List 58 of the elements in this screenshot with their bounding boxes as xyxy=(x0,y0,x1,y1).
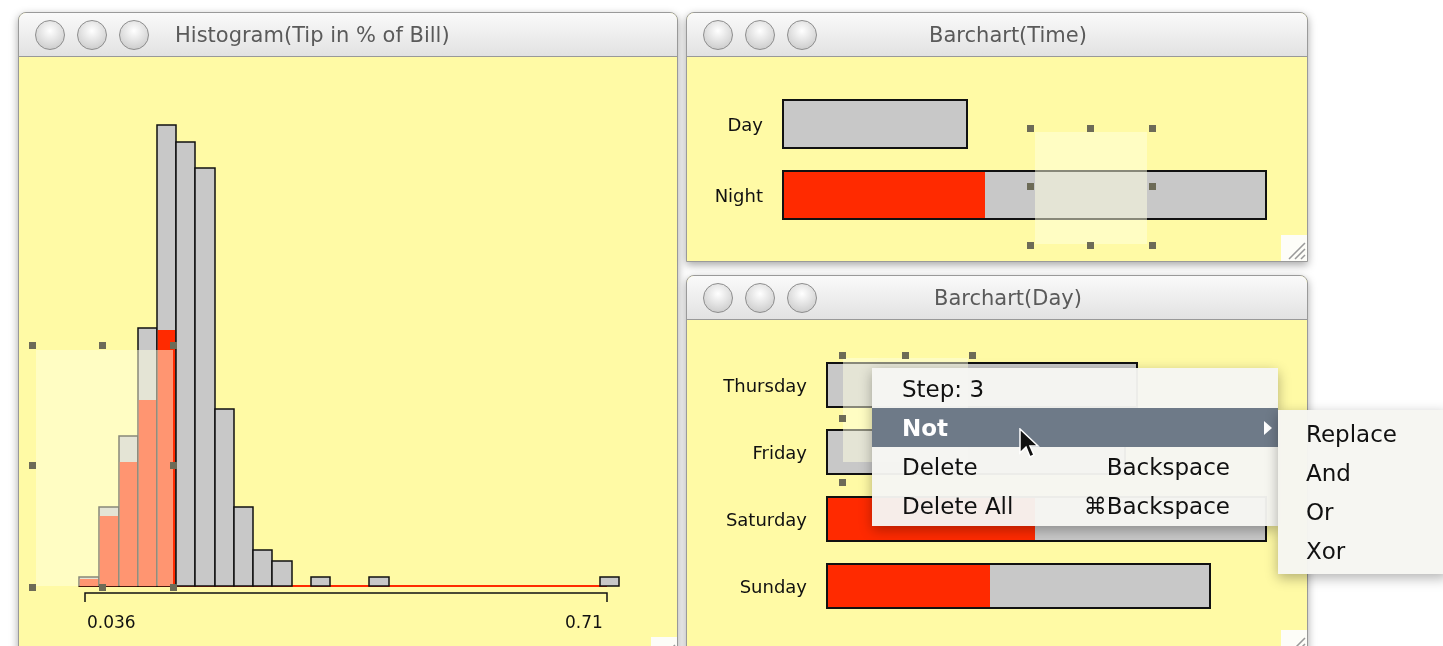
bar-label: Sunday xyxy=(739,575,807,597)
selection-handle[interactable] xyxy=(99,584,106,591)
mouse-pointer-icon xyxy=(1019,428,1041,460)
selection-handle[interactable] xyxy=(839,352,846,359)
menu-item[interactable]: Delete Backspace xyxy=(872,447,1278,486)
selection-handle[interactable] xyxy=(1027,183,1034,190)
selection-handle[interactable] xyxy=(170,584,177,591)
selection-handle[interactable] xyxy=(1027,125,1034,132)
menu-item[interactable]: Xor xyxy=(1278,531,1443,570)
menu-item[interactable]: Or xyxy=(1278,492,1443,531)
window-button[interactable] xyxy=(745,19,775,50)
window-title: Histogram(Tip in % of Bill) xyxy=(175,22,450,47)
selection-handle[interactable] xyxy=(29,462,36,469)
selection-handle[interactable] xyxy=(969,352,976,359)
selection-handle[interactable] xyxy=(839,415,846,422)
selection-handle[interactable] xyxy=(1027,242,1034,249)
window-button[interactable] xyxy=(703,19,733,50)
selection-handle[interactable] xyxy=(170,342,177,349)
window-button[interactable] xyxy=(77,19,107,50)
histogram-bar xyxy=(599,576,620,587)
selection-handle[interactable] xyxy=(1149,125,1156,132)
histogram-bar xyxy=(310,576,331,587)
window-button[interactable] xyxy=(787,19,817,50)
bar-label: Day xyxy=(727,113,763,135)
selection-handle[interactable] xyxy=(29,584,36,591)
selection-rectangle[interactable] xyxy=(36,350,173,586)
selection-handle[interactable] xyxy=(29,342,36,349)
window-title: Barchart(Time) xyxy=(928,22,1088,47)
menu-item[interactable]: Replace xyxy=(1278,414,1443,453)
window-button[interactable] xyxy=(745,282,775,313)
menu-item[interactable]: And xyxy=(1278,453,1443,492)
selection-handle[interactable] xyxy=(1087,242,1094,249)
bar-label: Thursday xyxy=(723,374,807,396)
selection-handle[interactable] xyxy=(839,479,846,486)
histogram-bar xyxy=(368,576,390,587)
menu-item[interactable]: Step: 3 xyxy=(872,369,1278,408)
menu-item[interactable]: Delete All ⌘Backspace xyxy=(872,486,1278,525)
bar-label: Saturday xyxy=(725,508,807,530)
selection-rectangle[interactable] xyxy=(1035,132,1147,244)
histogram-bar xyxy=(271,560,293,587)
window-button[interactable] xyxy=(35,19,65,50)
selection-handle[interactable] xyxy=(170,462,177,469)
resize-grip-icon[interactable] xyxy=(1281,235,1307,261)
window-button[interactable] xyxy=(703,282,733,313)
bar-label: Night xyxy=(714,184,763,206)
selection-handle[interactable] xyxy=(99,342,106,349)
submenu-arrow-icon xyxy=(1264,420,1272,435)
menu-item[interactable]: Not xyxy=(872,408,1278,447)
selection-handle[interactable] xyxy=(1149,242,1156,249)
bar-label: Friday xyxy=(752,441,807,463)
window-button[interactable] xyxy=(787,282,817,313)
window-button[interactable] xyxy=(119,19,149,50)
selection-handle[interactable] xyxy=(1087,125,1094,132)
selection-handle[interactable] xyxy=(1149,183,1156,190)
axis-label: 0.71 xyxy=(565,612,603,632)
window-title: Barchart(Day) xyxy=(933,285,1083,310)
selection-handle[interactable] xyxy=(902,352,909,359)
axis-label: 0.036 xyxy=(87,612,136,632)
